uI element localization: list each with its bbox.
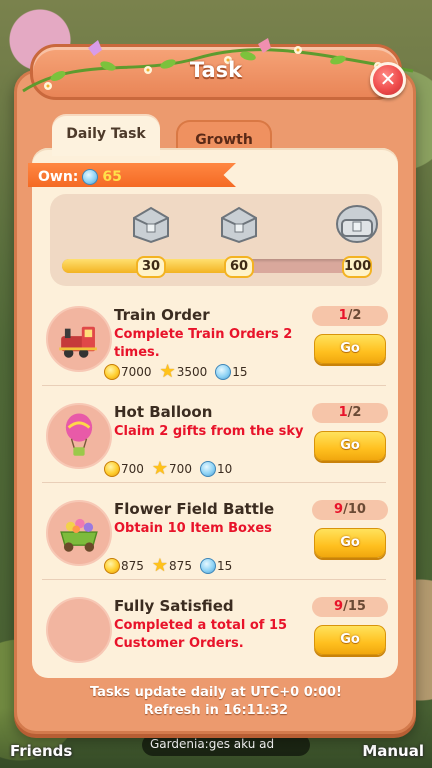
friends-label[interactable]: Friends: [10, 742, 72, 760]
task-progress-count: 1/2: [312, 403, 388, 423]
task-progress-count: 9/10: [312, 500, 388, 520]
star-reward: ★ 3500: [159, 361, 208, 382]
task-title: Flower Field Battle: [114, 500, 275, 518]
milestone-100: 100: [342, 256, 372, 278]
close-button[interactable]: ✕: [370, 62, 406, 98]
close-icon: ✕: [379, 67, 397, 91]
manual-label[interactable]: Manual: [362, 742, 424, 760]
gem-reward: 15: [199, 558, 232, 574]
go-button[interactable]: Go: [314, 431, 386, 461]
divider: [42, 482, 386, 483]
tab-daily-task[interactable]: Daily Task: [52, 116, 160, 156]
refresh-info: Tasks update daily at UTC+0 0:00! Refres…: [0, 684, 432, 720]
task-title: Fully Satisfied: [114, 597, 234, 615]
flower-cart-icon: [46, 500, 112, 566]
milestone-30: 30: [136, 256, 166, 278]
task-avatar: [46, 597, 112, 663]
divider: [42, 385, 386, 386]
task-row-flower-field-battle: Flower Field Battle Obtain 10 Item Boxes…: [36, 500, 392, 596]
task-description: Complete Train Orders 2 times.: [114, 327, 293, 360]
task-progress-count: 9/15: [312, 597, 388, 617]
task-row-train-order: Train Order Complete Train Orders 2 time…: [36, 306, 392, 402]
gem-icon: [199, 558, 216, 574]
chest-icon[interactable]: [128, 200, 174, 244]
task-row-fully-satisfied: Fully Satisfied Completed a total of 15 …: [36, 597, 392, 693]
progress-track: [62, 259, 372, 273]
gem-icon: [199, 461, 216, 477]
star-reward: ★ 700: [151, 458, 192, 479]
task-row-hot-balloon: Hot Balloon Claim 2 gifts from the sky 7…: [36, 403, 392, 499]
task-title: Hot Balloon: [114, 403, 213, 421]
chest-icon[interactable]: [216, 200, 262, 244]
milestone-60: 60: [224, 256, 254, 278]
coin-reward: 700: [104, 461, 144, 477]
task-description: Obtain 10 Item Boxes: [114, 521, 272, 536]
page-title: Task: [189, 58, 243, 82]
own-label: Own:: [38, 168, 79, 185]
refresh-timer: Refresh in 16:11:32: [143, 703, 289, 718]
coin-icon: [104, 558, 120, 574]
task-description: Claim 2 gifts from the sky: [114, 424, 304, 439]
coin-reward: 875: [104, 558, 144, 574]
reward-list: 700 ★ 700 10: [104, 458, 232, 479]
coin-icon: [104, 461, 120, 477]
gem-icon: [82, 168, 99, 185]
star-icon: ★: [151, 555, 169, 576]
chat-bubble[interactable]: Gardenia:ges aku ad: [142, 734, 310, 756]
reward-list: 7000 ★ 3500 15: [104, 361, 248, 382]
task-progress-count: 1/2: [312, 306, 388, 326]
hot-balloon-icon: [46, 403, 112, 469]
own-value: 65: [102, 168, 122, 185]
go-button[interactable]: Go: [314, 334, 386, 364]
refresh-note: Tasks update daily at UTC+0 0:00!: [89, 685, 342, 700]
go-button[interactable]: Go: [314, 625, 386, 655]
star-reward: ★ 875: [151, 555, 192, 576]
gem-reward: 10: [199, 461, 232, 477]
coin-icon: [104, 364, 120, 380]
coin-reward: 7000: [104, 364, 152, 380]
go-button[interactable]: Go: [314, 528, 386, 558]
gem-icon: [215, 364, 232, 380]
task-description: Completed a total of 15 Customer Orders.: [114, 618, 288, 651]
star-icon: ★: [159, 361, 176, 382]
reward-list: 875 ★ 875 15: [104, 555, 232, 576]
divider: [42, 579, 386, 580]
own-ribbon: Own: 65: [28, 163, 236, 187]
train-icon: [46, 306, 112, 372]
chest-icon[interactable]: [334, 200, 380, 244]
star-icon: ★: [151, 458, 169, 479]
task-title: Train Order: [114, 306, 210, 324]
gem-reward: 15: [215, 364, 248, 380]
